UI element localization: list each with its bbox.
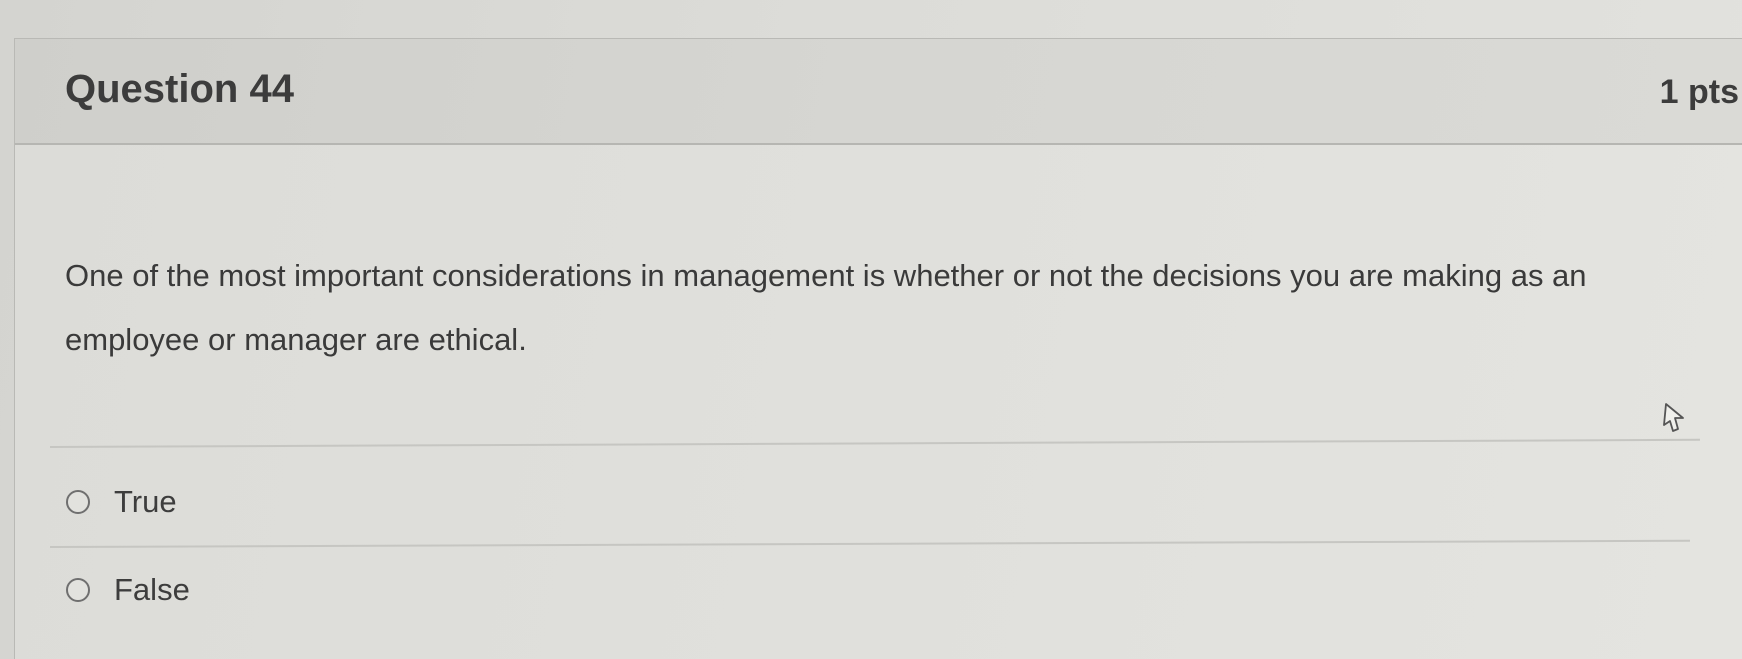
answer-label-true: True xyxy=(114,484,177,519)
answer-option-false[interactable]: False xyxy=(66,572,190,608)
quiz-screen: Question 44 1 pts One of the most import… xyxy=(0,0,1742,659)
question-title: Question 44 xyxy=(65,67,294,111)
answer-label-false: False xyxy=(114,572,190,607)
radio-button-false[interactable] xyxy=(66,578,90,602)
hand-pointer-icon xyxy=(1663,403,1684,432)
radio-button-true[interactable] xyxy=(66,490,90,514)
answer-option-true[interactable]: True xyxy=(66,484,177,520)
question-text: One of the most important considerations… xyxy=(65,258,1587,357)
question-card: Question 44 1 pts One of the most import… xyxy=(14,38,1742,659)
question-points: 1 pts xyxy=(1659,73,1739,111)
question-header: Question 44 1 pts xyxy=(15,39,1742,145)
